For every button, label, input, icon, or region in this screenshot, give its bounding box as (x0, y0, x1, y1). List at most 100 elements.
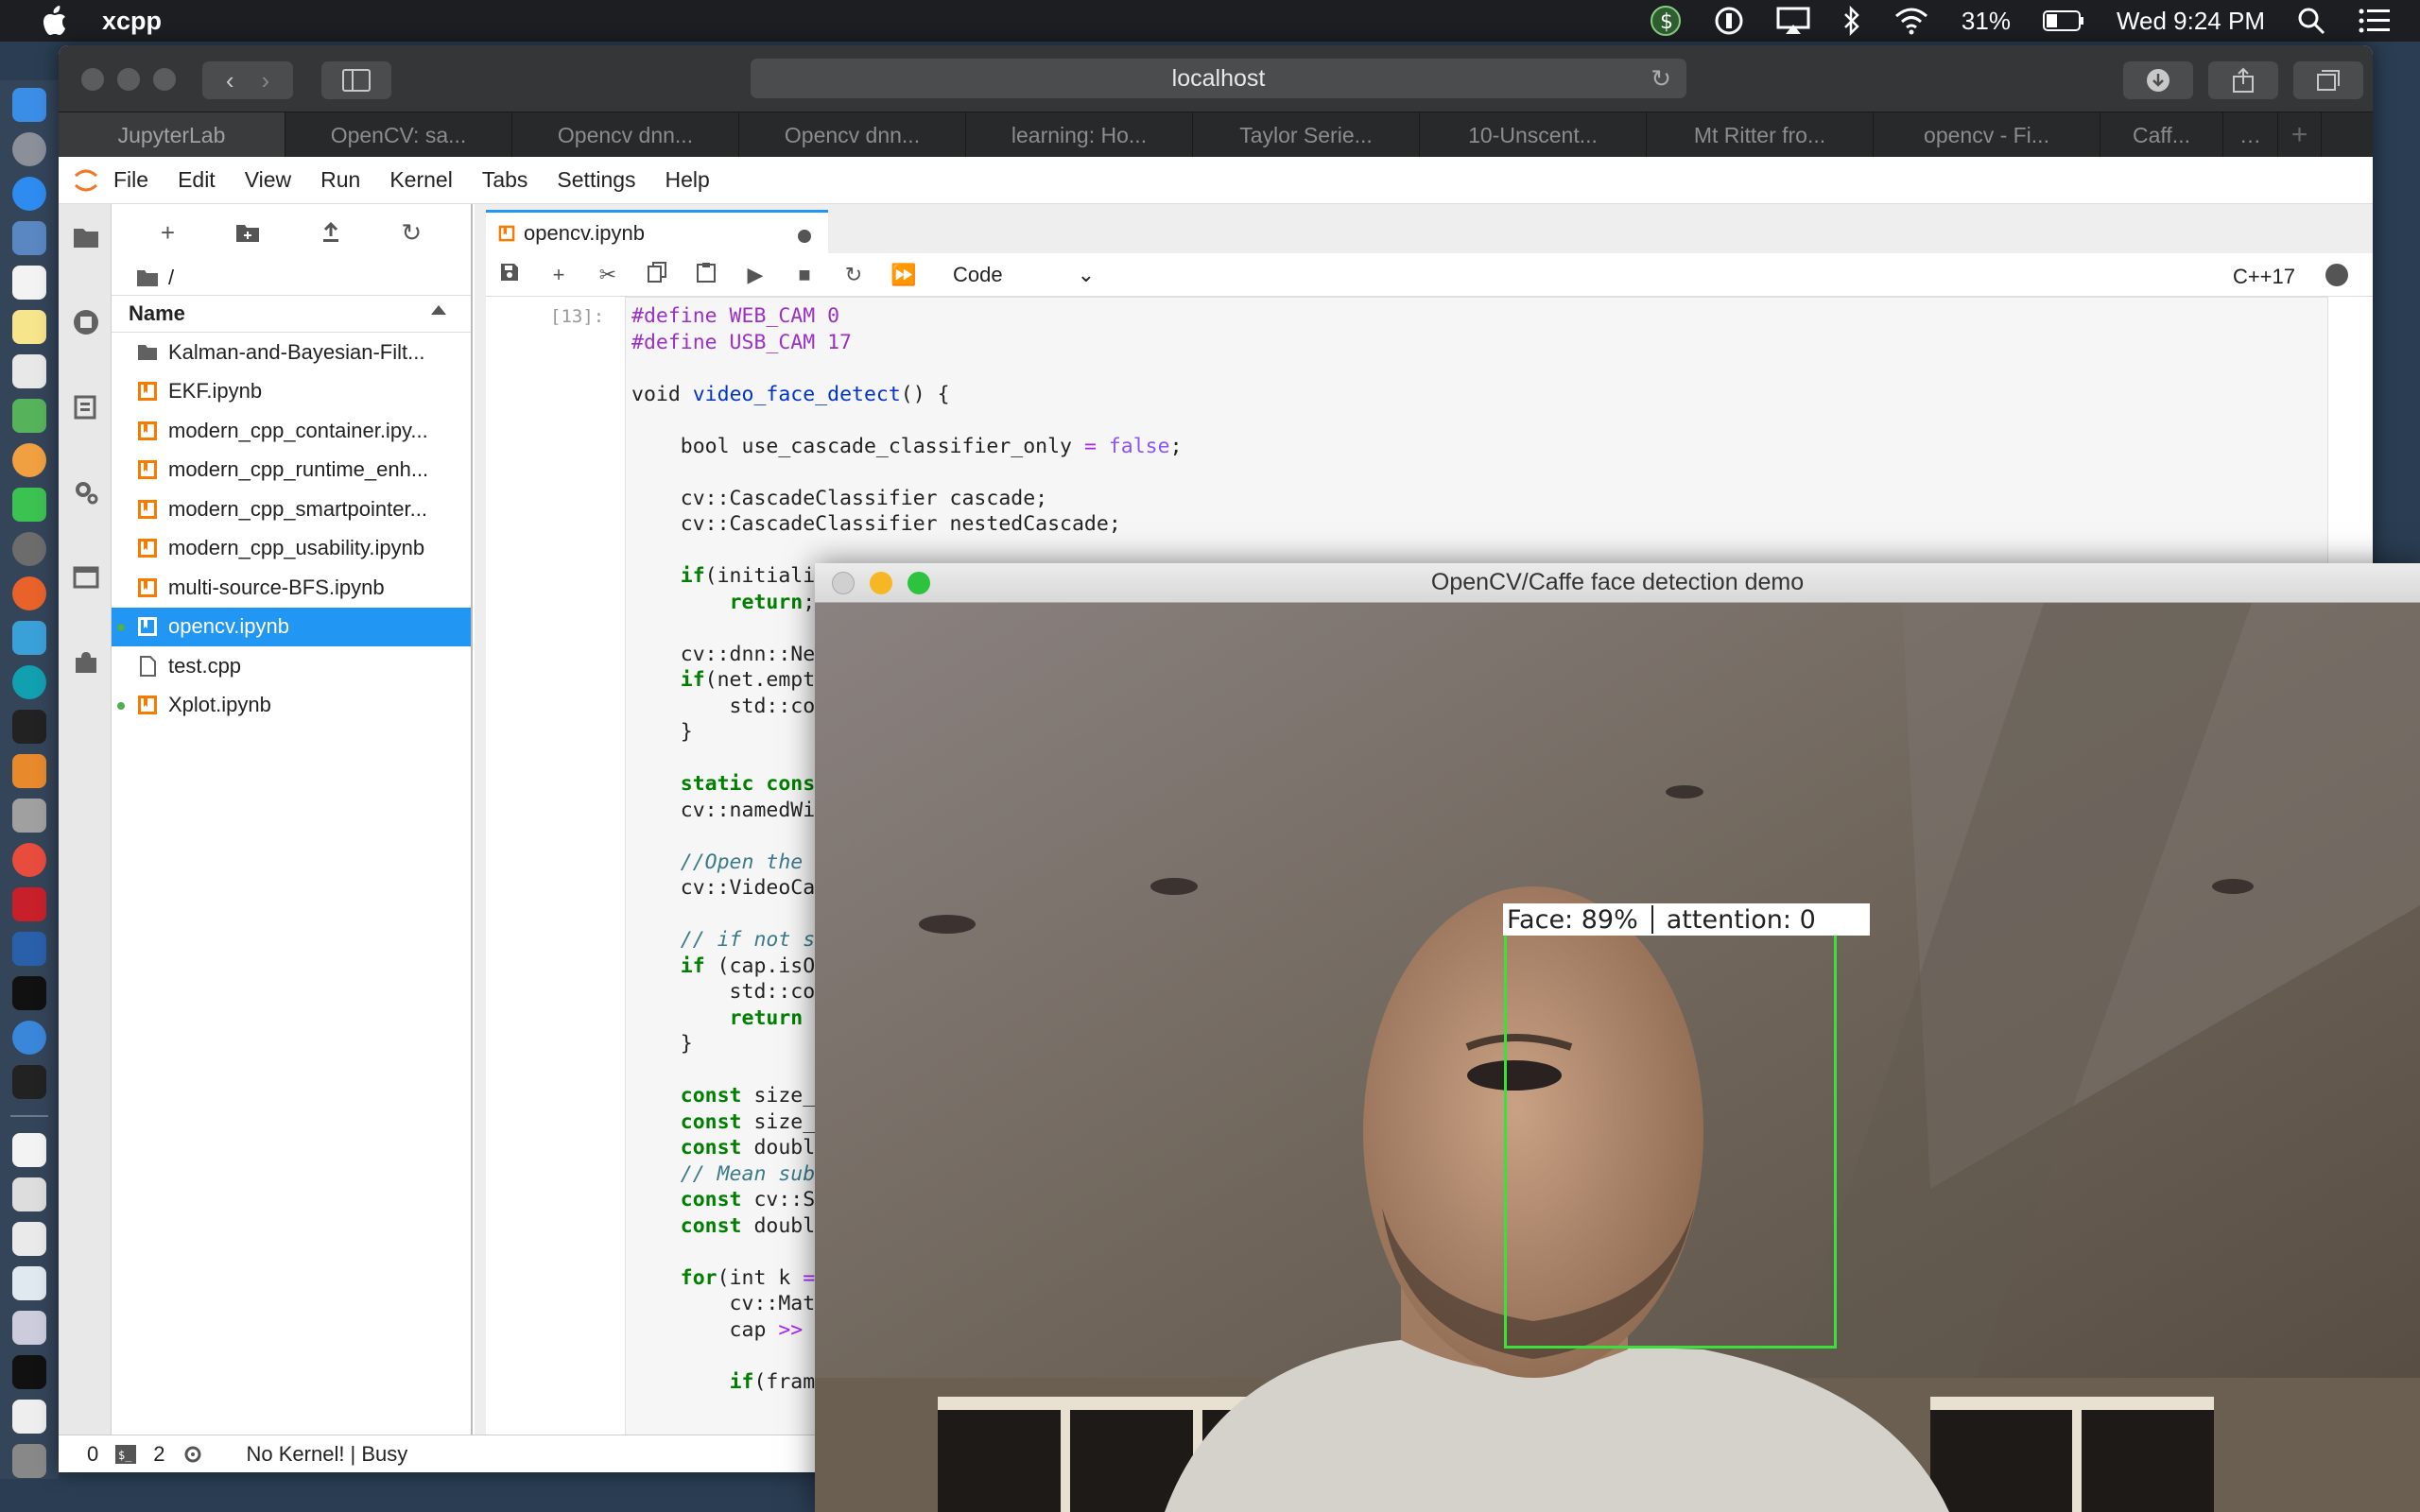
opencv-window-titlebar[interactable]: OpenCV/Caffe face detection demo (815, 563, 2420, 603)
active-app-name[interactable]: xcpp (102, 7, 162, 36)
money-status-icon[interactable]: $ (1650, 5, 1682, 37)
menu-edit[interactable]: Edit (178, 167, 216, 193)
chrome-icon[interactable] (12, 843, 46, 877)
menu-tabs[interactable]: Tabs (482, 167, 528, 193)
file-item[interactable]: modern_cpp_usability.ipynb (112, 529, 471, 569)
airplay-icon[interactable] (1776, 7, 1810, 35)
name-column-header[interactable]: Name (129, 301, 185, 326)
opencv-close-button[interactable] (832, 572, 855, 594)
cell-type-dropdown[interactable]: Code ⌄ (953, 263, 1095, 287)
spotlight-search-icon[interactable] (2297, 7, 2325, 35)
menu-file[interactable]: File (113, 167, 148, 193)
code-line[interactable] (631, 407, 2327, 434)
insert-cell-icon[interactable]: + (546, 263, 571, 287)
acrobat-icon[interactable] (12, 887, 46, 921)
new-launcher-icon[interactable]: + (161, 218, 175, 248)
browser-tab[interactable]: JupyterLab (59, 112, 285, 158)
opencv-minimize-button[interactable] (870, 572, 892, 594)
kernel-name[interactable]: C++17 (2233, 265, 2295, 289)
open-tabs-icon[interactable] (72, 563, 100, 592)
sidebar-toggle-button[interactable] (321, 61, 391, 99)
property-inspector-gear-icon[interactable] (72, 478, 100, 507)
code-line[interactable] (631, 355, 2327, 382)
reload-icon[interactable]: ↻ (1651, 64, 1671, 94)
file-item[interactable]: EKF.ipynb (112, 372, 471, 412)
interrupt-stop-icon[interactable]: ■ (792, 263, 817, 287)
window-thumbnail-icon[interactable] (12, 1222, 46, 1256)
file-item[interactable]: modern_cpp_runtime_enh... (112, 451, 471, 490)
file-list-header[interactable]: Name (112, 295, 471, 333)
tab-overflow-indicator[interactable]: … (2223, 112, 2278, 158)
kernel-status-text[interactable]: No Kernel! | Busy (247, 1442, 408, 1467)
clock[interactable]: Wed 9:24 PM (2117, 7, 2265, 36)
code-line[interactable] (631, 538, 2327, 564)
safari-icon[interactable] (12, 177, 46, 211)
menu-kernel[interactable]: Kernel (389, 167, 452, 193)
info-status-icon[interactable] (1714, 6, 1744, 36)
console-icon[interactable] (12, 1065, 46, 1099)
running-stop-icon[interactable] (72, 308, 100, 336)
preview-icon[interactable] (12, 221, 46, 255)
file-item-selected[interactable]: opencv.ipynb (112, 607, 471, 646)
new-tab-button[interactable]: + (2278, 112, 2322, 158)
unsaved-changes-icon[interactable] (798, 230, 811, 243)
file-item[interactable]: test.cpp (112, 646, 471, 686)
commands-palette-icon[interactable] (72, 393, 100, 421)
code-line[interactable]: void video_face_detect() { (631, 382, 2327, 408)
apple-icon[interactable] (38, 6, 76, 35)
battery-percent[interactable]: 31% (1962, 7, 2011, 36)
file-item[interactable]: modern_cpp_container.ipy... (112, 411, 471, 451)
browser-tab[interactable]: Opencv dnn... (512, 112, 739, 158)
maps-icon[interactable] (12, 399, 46, 433)
window-zoom-button[interactable] (153, 68, 176, 91)
code-line[interactable]: #define USB_CAM 17 (631, 330, 2327, 356)
battery-icon[interactable] (2042, 9, 2084, 32)
breadcrumb-path[interactable]: / (168, 266, 174, 290)
window-thumbnail-icon[interactable] (12, 1266, 46, 1300)
home-folder-icon[interactable] (136, 268, 159, 287)
reminders-icon[interactable] (12, 354, 46, 388)
code-line[interactable] (631, 459, 2327, 486)
trash-icon[interactable] (12, 1444, 46, 1478)
window-thumbnail-icon[interactable] (12, 1177, 46, 1211)
app-icon-wave[interactable] (12, 621, 46, 655)
extension-manager-puzzle-icon[interactable] (72, 648, 100, 677)
restart-kernel-icon[interactable]: ↻ (841, 263, 866, 287)
finder-icon[interactable] (12, 88, 46, 122)
show-all-tabs-button[interactable] (2293, 61, 2363, 99)
window-close-button[interactable] (81, 68, 104, 91)
window-thumbnail-icon[interactable] (12, 1355, 46, 1389)
upload-icon[interactable] (320, 222, 341, 243)
calendar-icon[interactable] (12, 266, 46, 300)
sublime-text-icon[interactable] (12, 754, 46, 788)
window-thumbnail-icon[interactable] (12, 1311, 46, 1345)
browser-tab[interactable]: OpenCV: sa... (285, 112, 512, 158)
file-item[interactable]: Xplot.ipynb (112, 686, 471, 726)
code-line[interactable]: bool use_cascade_classifier_only = false… (631, 434, 2327, 460)
menu-settings[interactable]: Settings (557, 167, 635, 193)
notebook-tab[interactable]: opencv.ipynb (486, 210, 828, 253)
window-minimize-button[interactable] (117, 68, 140, 91)
browser-tab[interactable]: Mt Ritter fro... (1647, 112, 1874, 158)
firefox-icon[interactable] (12, 576, 46, 610)
menu-help[interactable]: Help (666, 167, 710, 193)
back-forward-buttons[interactable]: ‹ › (202, 61, 293, 99)
bluetooth-icon[interactable] (1842, 6, 1861, 36)
browser-tab[interactable]: Taylor Serie... (1193, 112, 1420, 158)
arduino-icon[interactable] (12, 665, 46, 699)
code-line[interactable]: cv::CascadeClassifier nestedCascade; (631, 511, 2327, 538)
paste-icon[interactable] (694, 262, 718, 288)
terminal-icon[interactable] (12, 976, 46, 1010)
forward-icon[interactable]: › (261, 66, 269, 95)
app-icon-blue[interactable] (12, 1021, 46, 1055)
save-icon[interactable] (497, 263, 522, 287)
file-item[interactable]: Kalman-and-Bayesian-Filt... (112, 333, 471, 372)
browser-tab[interactable]: learning: Ho... (966, 112, 1193, 158)
file-item[interactable]: multi-source-BFS.ipynb (112, 568, 471, 608)
browser-tab[interactable]: 10-Unscent... (1420, 112, 1647, 158)
back-icon[interactable]: ‹ (226, 66, 234, 95)
file-item[interactable]: modern_cpp_smartpointer... (112, 490, 471, 529)
cut-icon[interactable]: ✂ (596, 263, 620, 287)
notification-center-icon[interactable] (2358, 8, 2392, 34)
run-icon[interactable]: ▶ (743, 263, 768, 287)
